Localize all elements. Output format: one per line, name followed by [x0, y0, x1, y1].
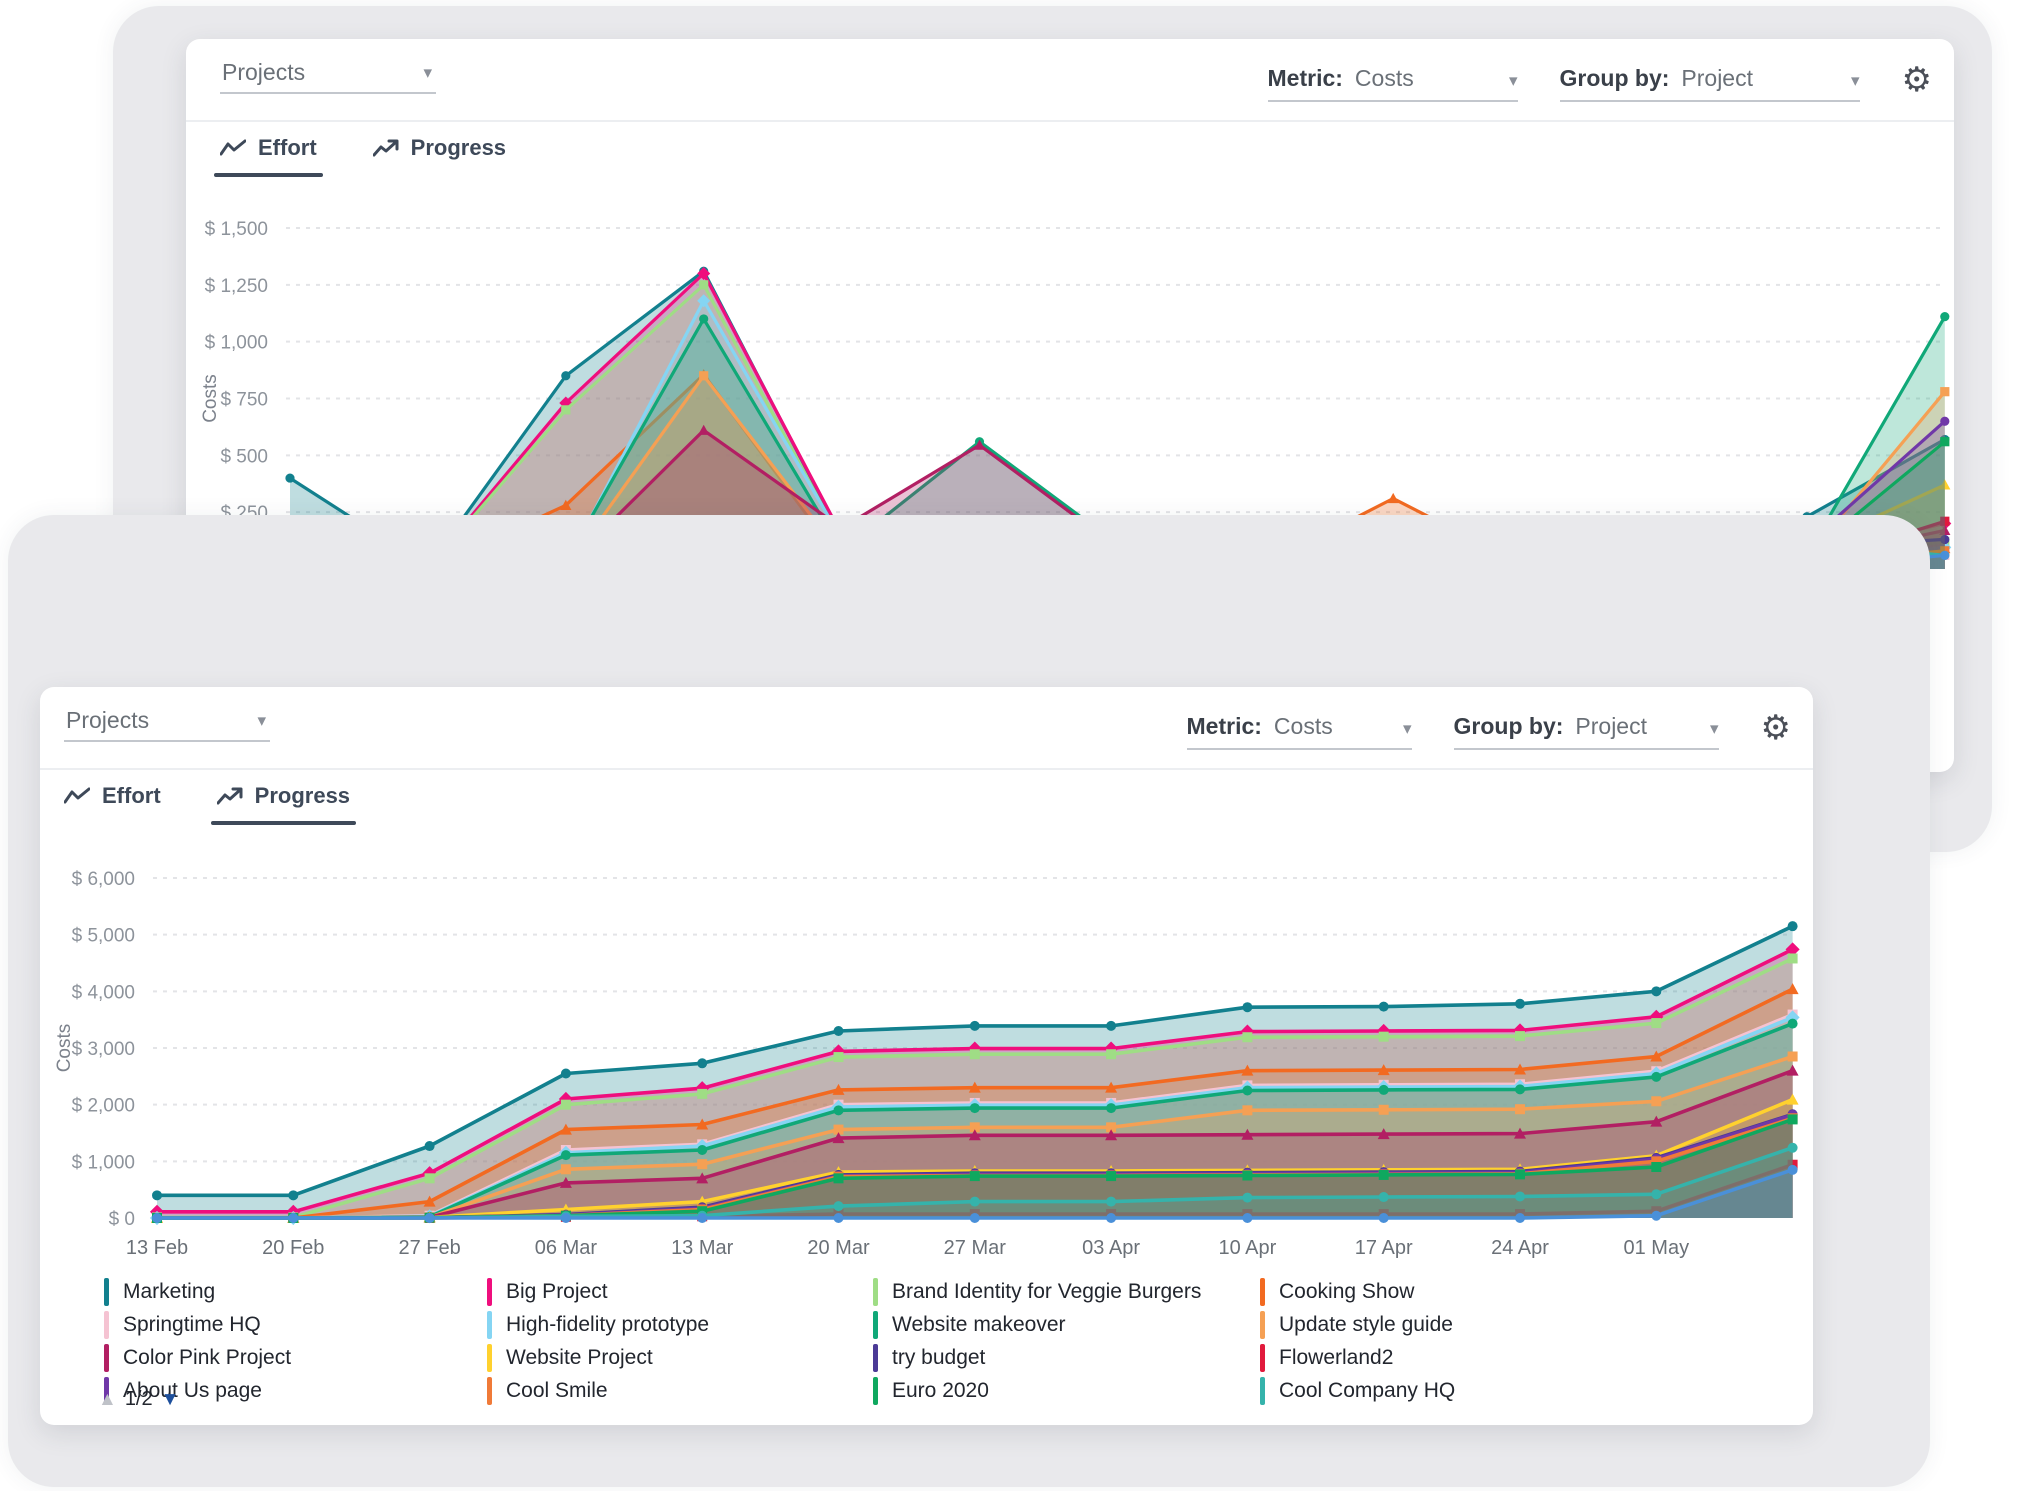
legend-item[interactable]: Big Project [487, 1275, 873, 1308]
progress-card: Projects ▾ Metric: Costs ▾ Group by: Pro… [40, 687, 1813, 1425]
legend-color-chip [1260, 1311, 1265, 1339]
legend-color-chip [487, 1344, 492, 1372]
series-group [150, 921, 1800, 1225]
legend-item[interactable]: Website Project [487, 1341, 873, 1374]
svg-text:$ 2,000: $ 2,000 [72, 1096, 135, 1117]
legend-item-label: Color Pink Project [123, 1346, 291, 1370]
legend-color-chip [873, 1278, 878, 1306]
svg-text:27 Mar: 27 Mar [944, 1237, 1007, 1259]
svg-text:01 May: 01 May [1624, 1237, 1690, 1259]
svg-text:$ 1,000: $ 1,000 [205, 333, 268, 354]
legend-color-chip [104, 1311, 109, 1339]
y-axis-ticks: $ 0 $ 1,000 $ 2,000 $ 3,000 $ 4,000 $ 5,000 $ … [72, 869, 135, 1230]
legend-item[interactable]: Website makeover [873, 1308, 1260, 1341]
legend-item-label: Cool Smile [506, 1379, 608, 1403]
svg-text:20 Mar: 20 Mar [807, 1237, 870, 1259]
legend-color-chip [104, 1344, 109, 1372]
svg-text:03 Apr: 03 Apr [1082, 1237, 1140, 1259]
svg-text:$ 0: $ 0 [109, 1209, 135, 1230]
legend-item[interactable]: try budget [873, 1341, 1260, 1374]
legend-item[interactable]: Springtime HQ [104, 1308, 487, 1341]
svg-text:$ 4,000: $ 4,000 [72, 982, 135, 1003]
legend-item-label: Brand Identity for Veggie Burgers [892, 1280, 1201, 1304]
legend-color-chip [873, 1377, 878, 1405]
legend-color-chip [487, 1278, 492, 1306]
legend-item-label: Flowerland2 [1279, 1346, 1393, 1370]
x-axis-labels: 13 Feb 20 Feb 27 Feb 06 Mar 13 Mar 20 Mar 27 M… [126, 1237, 1689, 1259]
legend-item[interactable]: Update style guide [1260, 1308, 1455, 1341]
svg-text:17 Apr: 17 Apr [1355, 1237, 1413, 1259]
legend-item-label: try budget [892, 1346, 985, 1370]
svg-text:$ 500: $ 500 [220, 446, 268, 467]
svg-text:$ 1,250: $ 1,250 [205, 276, 268, 297]
progress-chart-legend: Marketing Big Project Brand Identity for V… [104, 1275, 1455, 1407]
legend-item-label: Cool Company HQ [1279, 1379, 1455, 1403]
svg-text:13 Mar: 13 Mar [671, 1237, 734, 1259]
svg-text:13 Feb: 13 Feb [126, 1237, 188, 1259]
svg-text:$ 1,000: $ 1,000 [72, 1152, 135, 1173]
legend-item-label: Website makeover [892, 1313, 1066, 1337]
legend-color-chip [487, 1311, 492, 1339]
legend-item[interactable]: Color Pink Project [104, 1341, 487, 1374]
legend-color-chip [1260, 1278, 1265, 1306]
legend-item[interactable]: Cool Smile [487, 1374, 873, 1407]
legend-item-label: Marketing [123, 1280, 215, 1304]
legend-item-label: Cooking Show [1279, 1280, 1414, 1304]
legend-page-indicator: 1/2 [125, 1388, 153, 1411]
legend-color-chip [873, 1344, 878, 1372]
legend-item-label: Springtime HQ [123, 1313, 261, 1337]
legend-item[interactable]: Euro 2020 [873, 1374, 1260, 1407]
svg-text:24 Apr: 24 Apr [1491, 1237, 1549, 1259]
legend-page-up-icon[interactable]: ▲ [98, 1389, 117, 1411]
legend-pagination: ▲ 1/2 ▼ [98, 1388, 179, 1411]
page-canvas: Projects ▾ Metric: Costs ▾ Group by: Pro… [0, 0, 2028, 1491]
svg-text:06 Mar: 06 Mar [535, 1237, 598, 1259]
svg-text:10 Apr: 10 Apr [1218, 1237, 1276, 1259]
legend-color-chip [1260, 1344, 1265, 1372]
svg-text:$ 5,000: $ 5,000 [72, 926, 135, 947]
legend-color-chip [1260, 1377, 1265, 1405]
legend-item[interactable]: Cool Company HQ [1260, 1374, 1455, 1407]
legend-item[interactable]: Marketing [104, 1275, 487, 1308]
legend-item[interactable]: Flowerland2 [1260, 1341, 1455, 1374]
legend-color-chip [873, 1311, 878, 1339]
svg-text:$ 6,000: $ 6,000 [72, 869, 135, 890]
legend-item-label: Website Project [506, 1346, 653, 1370]
legend-item[interactable]: Brand Identity for Veggie Burgers [873, 1275, 1260, 1308]
y-axis-label: Costs [200, 374, 221, 423]
svg-text:$ 3,000: $ 3,000 [72, 1039, 135, 1060]
legend-item-label: Update style guide [1279, 1313, 1453, 1337]
legend-color-chip [104, 1278, 109, 1306]
y-axis-label: Costs [54, 1024, 75, 1073]
svg-text:$ 750: $ 750 [220, 390, 268, 411]
legend-item-label: High-fidelity prototype [506, 1313, 709, 1337]
legend-item[interactable]: High-fidelity prototype [487, 1308, 873, 1341]
svg-text:20 Feb: 20 Feb [262, 1237, 324, 1259]
svg-text:$ 1,500: $ 1,500 [205, 219, 268, 240]
legend-item-label: Big Project [506, 1280, 608, 1304]
legend-color-chip [487, 1377, 492, 1405]
legend-page-down-icon[interactable]: ▼ [161, 1389, 180, 1411]
legend-item-label: Euro 2020 [892, 1379, 989, 1403]
svg-text:27 Feb: 27 Feb [398, 1237, 460, 1259]
legend-item[interactable]: Cooking Show [1260, 1275, 1455, 1308]
